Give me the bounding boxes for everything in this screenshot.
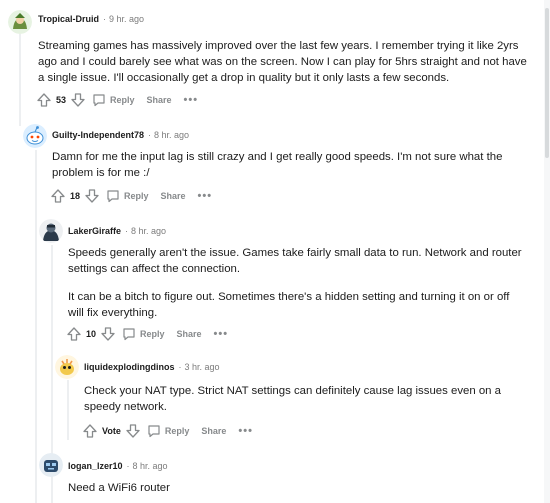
reply-bubble-icon xyxy=(123,328,135,341)
comment-text: Need a WiFi6 router xyxy=(68,482,170,494)
downvote-icon[interactable] xyxy=(84,188,100,204)
comment-header: Guilty-Independent78 · 8 hr. ago xyxy=(52,130,189,140)
downvote-icon[interactable] xyxy=(125,423,141,439)
vote-score: 10 xyxy=(86,329,97,339)
timestamp[interactable]: 8 hr. ago xyxy=(133,461,168,471)
scrollbar-thumb[interactable] xyxy=(545,8,549,158)
timestamp[interactable]: 8 hr. ago xyxy=(131,226,166,236)
comment-actions: 10 Reply Share ••• xyxy=(66,325,228,343)
reply-button[interactable]: Reply xyxy=(106,189,149,203)
timestamp[interactable]: 8 hr. ago xyxy=(154,130,189,140)
more-options-button[interactable]: ••• xyxy=(184,94,199,106)
reply-bubble-icon xyxy=(107,190,119,203)
avatar[interactable] xyxy=(8,10,32,34)
author-name[interactable]: logan_lzer10 xyxy=(68,461,123,471)
comment-header: logan_lzer10 · 8 hr. ago xyxy=(68,461,168,471)
reply-button[interactable]: Reply xyxy=(92,93,135,107)
avatar[interactable] xyxy=(23,124,47,148)
comment-body: Damn for me the input lag is still crazy… xyxy=(52,149,502,181)
thread-line[interactable] xyxy=(35,150,37,503)
reply-bubble-icon xyxy=(93,94,105,107)
more-options-button[interactable]: ••• xyxy=(198,190,213,202)
comment-text: settings can affect the connection. xyxy=(68,263,241,275)
meta-separator: · xyxy=(126,461,130,471)
share-button[interactable]: Share xyxy=(177,329,202,339)
author-name[interactable]: Guilty-Independent78 xyxy=(52,130,144,140)
comment-text: problem is for me :/ xyxy=(52,167,150,179)
avatar[interactable] xyxy=(55,355,79,379)
more-options-button[interactable]: ••• xyxy=(238,425,253,437)
avatar[interactable] xyxy=(39,219,63,243)
comment-actions: 18 Reply Share ••• xyxy=(50,187,212,205)
comment-text: speedy network. xyxy=(84,401,167,413)
downvote-icon[interactable] xyxy=(100,326,116,342)
comment-body: Check your NAT type. Strict NAT settings… xyxy=(84,383,501,415)
comment-actions: 53 Reply Share ••• xyxy=(36,91,198,109)
comment-text: a single issue. I'll occasionally get a … xyxy=(38,72,450,84)
comment-body: Speeds generally aren't the issue. Games… xyxy=(68,245,522,321)
reply-button[interactable]: Reply xyxy=(147,424,190,438)
meta-separator: · xyxy=(103,14,107,24)
vote-label: Vote xyxy=(102,426,121,436)
comment-text: ago and I could barely see what was on t… xyxy=(38,56,527,68)
author-name[interactable]: LakerGiraffe xyxy=(68,226,121,236)
comment-body: Need a WiFi6 router xyxy=(68,480,170,496)
reply-label: Reply xyxy=(140,329,165,339)
upvote-icon[interactable] xyxy=(82,423,98,439)
upvote-icon[interactable] xyxy=(36,92,52,108)
avatar[interactable] xyxy=(39,453,63,477)
reply-bubble-icon xyxy=(148,425,160,438)
meta-separator: · xyxy=(178,362,182,372)
share-button[interactable]: Share xyxy=(161,191,186,201)
comment-header: LakerGiraffe · 8 hr. ago xyxy=(68,226,166,236)
comment-body: Streaming games has massively improved o… xyxy=(38,38,527,86)
vote-score: 18 xyxy=(70,191,81,201)
comment-actions: Vote Reply Share ••• xyxy=(82,422,253,440)
upvote-icon[interactable] xyxy=(66,326,82,342)
downvote-icon[interactable] xyxy=(70,92,86,108)
comment-header: Tropical-Druid · 9 hr. ago xyxy=(38,14,144,24)
thread-line[interactable] xyxy=(19,34,21,126)
scrollbar[interactable] xyxy=(544,0,550,503)
upvote-icon[interactable] xyxy=(50,188,66,204)
reply-label: Reply xyxy=(124,191,149,201)
timestamp[interactable]: 3 hr. ago xyxy=(185,362,220,372)
share-button[interactable]: Share xyxy=(201,426,226,436)
comment-header: liquidexplodingdinos · 3 hr. ago xyxy=(84,362,220,372)
meta-separator: · xyxy=(148,130,152,140)
vote-score: 53 xyxy=(56,95,67,105)
comment-text: will fix everything. xyxy=(68,307,158,319)
meta-separator: · xyxy=(125,226,129,236)
reply-button[interactable]: Reply xyxy=(122,327,165,341)
reply-label: Reply xyxy=(164,426,190,436)
reply-label: Reply xyxy=(110,95,135,105)
author-name[interactable]: liquidexplodingdinos xyxy=(84,362,175,372)
more-options-button[interactable]: ••• xyxy=(214,328,229,340)
comment-text: Streaming games has massively improved o… xyxy=(38,40,519,52)
timestamp[interactable]: 9 hr. ago xyxy=(109,14,144,24)
comment-text: Check your NAT type. Strict NAT settings… xyxy=(84,385,502,397)
comment-text: It can be a bitch to figure out. Sometim… xyxy=(68,291,510,303)
thread-line[interactable] xyxy=(67,380,69,440)
share-button[interactable]: Share xyxy=(147,95,172,105)
comment-text: Speeds generally aren't the issue. Games… xyxy=(68,247,522,259)
comment-text: Damn for me the input lag is still crazy… xyxy=(52,151,503,163)
author-name[interactable]: Tropical-Druid xyxy=(38,14,99,24)
